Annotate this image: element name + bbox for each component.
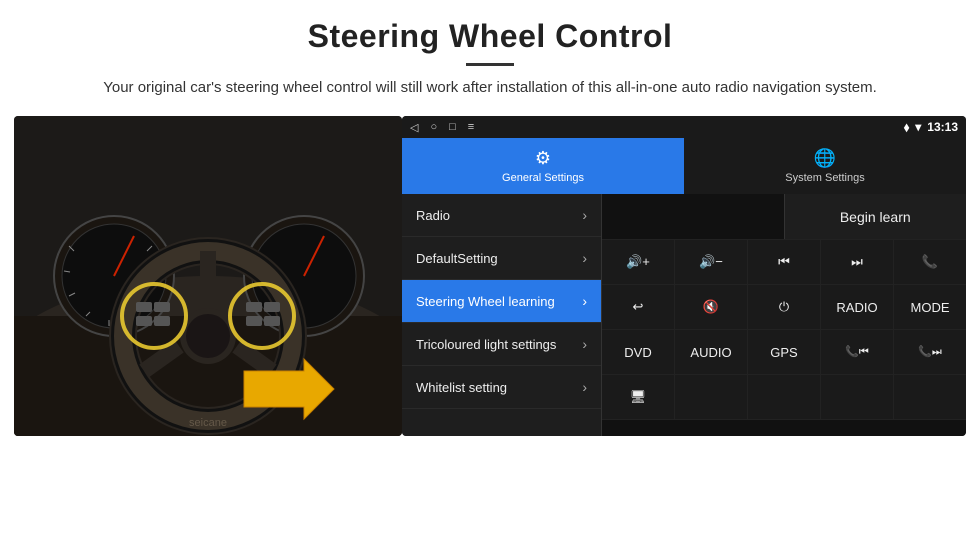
system-icon: 🌐 — [814, 148, 836, 169]
tel-prev-button[interactable]: 📞⏮ — [821, 330, 894, 374]
menu-item-whitelist[interactable]: Whitelist setting › — [402, 366, 601, 409]
menu-whitelist-label: Whitelist setting — [416, 380, 507, 395]
display-icon: 🖥 — [630, 389, 647, 405]
dvd-label: DVD — [624, 345, 651, 360]
empty-btn-4 — [894, 375, 966, 419]
call-button[interactable]: 📞 — [894, 240, 966, 284]
menu-item-radio[interactable]: Radio › — [402, 194, 601, 237]
ctrl-row-1: 🔊+ 🔊− ⏮ ⏭ 📞 — [602, 240, 966, 285]
prev-icon: ⏮ — [778, 254, 790, 270]
status-bar: ◁ ○ □ ≡ ⬧ ▾ 13:13 — [402, 116, 966, 138]
vol-down-button[interactable]: 🔊− — [675, 240, 748, 284]
clock: 13:13 — [927, 120, 958, 134]
menu-item-tricoloured[interactable]: Tricoloured light settings › — [402, 323, 601, 366]
right-panel: Begin learn 🔊+ 🔊− — [602, 194, 966, 436]
tab-system[interactable]: 🌐 System Settings — [684, 138, 966, 194]
chevron-icon: › — [582, 250, 587, 266]
begin-learn-button[interactable]: Begin learn — [784, 194, 967, 239]
tel-next-icon: 📞⏭ — [918, 345, 942, 359]
radio-label: RADIO — [836, 300, 877, 315]
page-header: Steering Wheel Control Your original car… — [0, 0, 980, 106]
mode-label: MODE — [911, 300, 950, 315]
vol-down-icon: 🔊− — [699, 254, 723, 270]
gps-label: GPS — [770, 345, 797, 360]
location-icon: ⬧ — [904, 120, 909, 135]
chevron-icon: › — [582, 379, 587, 395]
status-bar-left: ◁ ○ □ ≡ — [410, 121, 474, 134]
radio-button[interactable]: RADIO — [821, 285, 894, 329]
android-screen: ◁ ○ □ ≡ ⬧ ▾ 13:13 ⚙ General Settings — [402, 116, 966, 436]
next-track-button[interactable]: ⏭ — [821, 240, 894, 284]
back-arrow-icon: ↩ — [633, 299, 644, 315]
menu-steering-label: Steering Wheel learning — [416, 294, 555, 309]
display-button[interactable]: 🖥 — [602, 375, 675, 419]
next-icon: ⏭ — [851, 254, 863, 270]
ctrl-row-4: 🖥 — [602, 375, 966, 420]
mute-icon: 🔇 — [703, 299, 719, 315]
gps-button[interactable]: GPS — [748, 330, 821, 374]
controls-grid: 🔊+ 🔊− ⏮ ⏭ 📞 — [602, 240, 966, 436]
wifi-icon: ▾ — [915, 120, 921, 134]
power-icon: ⏻ — [779, 299, 789, 315]
audio-label: AUDIO — [690, 345, 731, 360]
menu-item-defaultsetting[interactable]: DefaultSetting › — [402, 237, 601, 280]
back-icon: ◁ — [410, 121, 418, 134]
audio-button[interactable]: AUDIO — [675, 330, 748, 374]
recents-icon: □ — [449, 121, 456, 134]
menu-item-steering[interactable]: Steering Wheel learning › — [402, 280, 601, 323]
chevron-icon: › — [582, 207, 587, 223]
menu-default-label: DefaultSetting — [416, 251, 498, 266]
tab-system-label: System Settings — [785, 172, 864, 184]
content-area: seicane ◁ ○ □ ≡ ⬧ ▾ 13:13 — [0, 106, 980, 446]
menu-radio-label: Radio — [416, 208, 450, 223]
chevron-icon: › — [582, 336, 587, 352]
empty-btn-2 — [748, 375, 821, 419]
radio-row: Begin learn — [602, 194, 966, 240]
menu-icon: ≡ — [468, 121, 474, 134]
mute-button[interactable]: 🔇 — [675, 285, 748, 329]
tab-general[interactable]: ⚙ General Settings — [402, 138, 684, 194]
page-wrapper: Steering Wheel Control Your original car… — [0, 0, 980, 446]
prev-track-button[interactable]: ⏮ — [748, 240, 821, 284]
phone-icon: 📞 — [922, 254, 938, 270]
dvd-button[interactable]: DVD — [602, 330, 675, 374]
vol-up-button[interactable]: 🔊+ — [602, 240, 675, 284]
vol-up-icon: 🔊+ — [626, 254, 650, 270]
tel-prev-icon: 📞⏮ — [845, 345, 869, 359]
car-image: seicane — [14, 116, 402, 436]
chevron-icon: › — [582, 293, 587, 309]
svg-text:seicane: seicane — [189, 417, 227, 429]
status-bar-right: ⬧ ▾ 13:13 — [904, 120, 958, 135]
main-content: Radio › DefaultSetting › Steering Wheel … — [402, 194, 966, 436]
settings-gear-icon: ⚙ — [535, 148, 551, 169]
tab-general-label: General Settings — [502, 172, 584, 184]
menu-panel: Radio › DefaultSetting › Steering Wheel … — [402, 194, 602, 436]
back-button[interactable]: ↩ — [602, 285, 675, 329]
empty-btn-1 — [675, 375, 748, 419]
menu-tricoloured-label: Tricoloured light settings — [416, 337, 556, 352]
page-subtitle: Your original car's steering wheel contr… — [100, 76, 880, 100]
mode-button[interactable]: MODE — [894, 285, 966, 329]
title-divider — [466, 63, 514, 66]
tab-bar: ⚙ General Settings 🌐 System Settings — [402, 138, 966, 194]
empty-btn-3 — [821, 375, 894, 419]
steering-wheel-svg: seicane — [14, 116, 402, 436]
ctrl-row-3: DVD AUDIO GPS 📞⏮ — [602, 330, 966, 375]
tel-next-button[interactable]: 📞⏭ — [894, 330, 966, 374]
ctrl-row-2: ↩ 🔇 ⏻ RADIO MOD — [602, 285, 966, 330]
page-title: Steering Wheel Control — [20, 18, 960, 55]
power-button[interactable]: ⏻ — [748, 285, 821, 329]
home-icon: ○ — [430, 121, 437, 134]
